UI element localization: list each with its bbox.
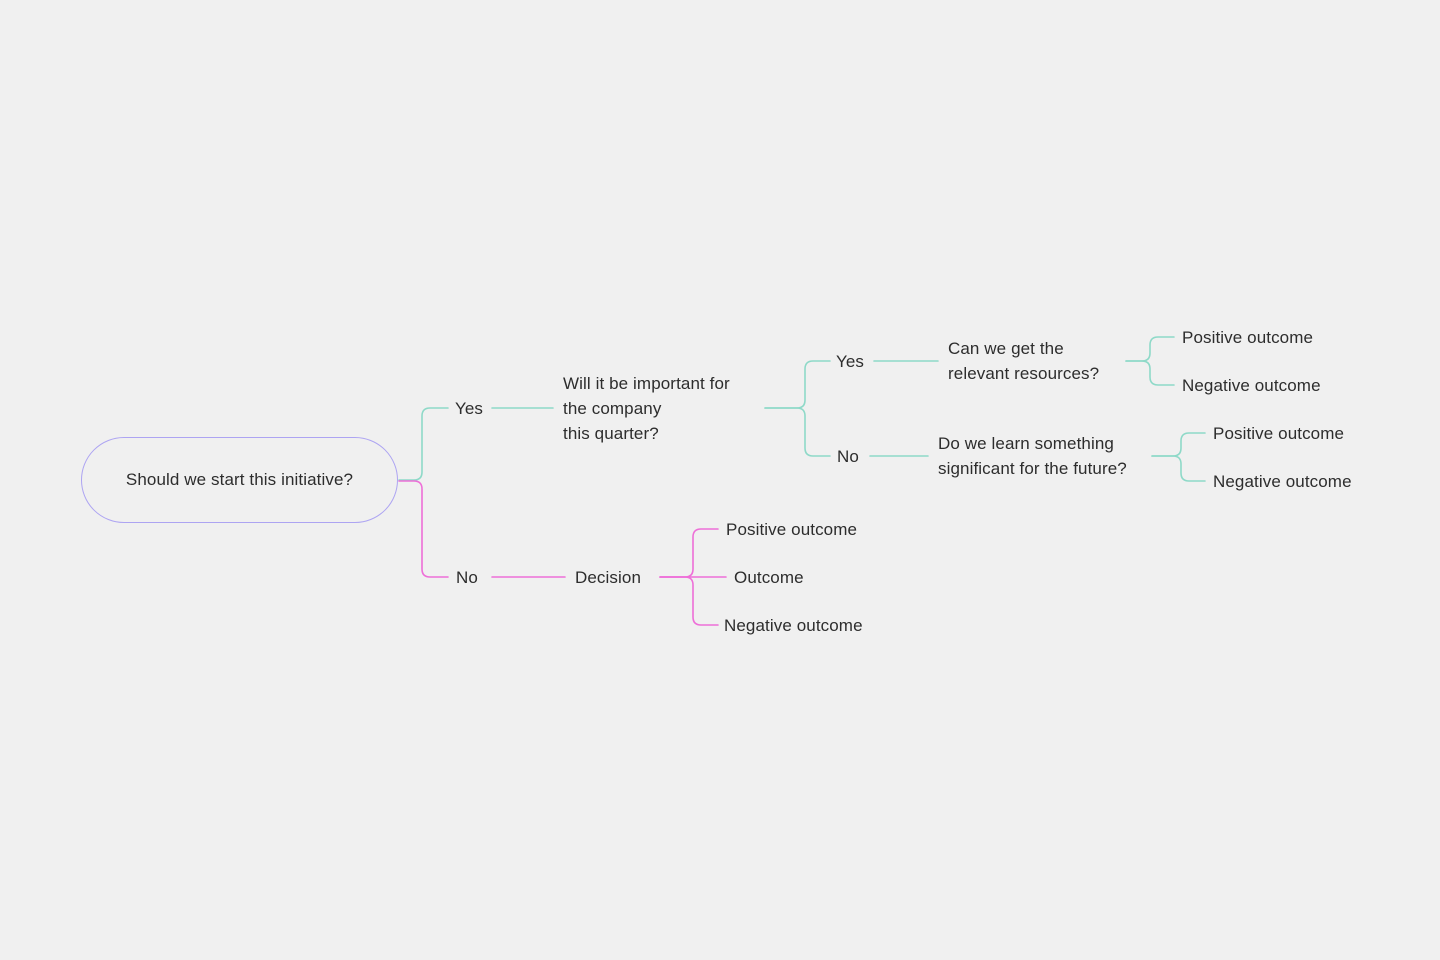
node-neg1[interactable]: Negative outcome bbox=[1182, 373, 1321, 398]
connector-e-q3-pos2 bbox=[1151, 432, 1206, 457]
node-out3[interactable]: Outcome bbox=[734, 565, 804, 590]
connector-e-q2-neg1 bbox=[1125, 360, 1175, 386]
node-q2[interactable]: Can we get the relevant resources? bbox=[948, 336, 1099, 386]
connector-e-q3-neg2 bbox=[1151, 455, 1206, 482]
connector-e-dec-neg3 bbox=[659, 576, 719, 626]
connector-e-q1-no2 bbox=[764, 407, 831, 457]
node-q3[interactable]: Do we learn something significant for th… bbox=[938, 431, 1127, 481]
connector-e-root-yes1 bbox=[398, 407, 449, 481]
node-dec[interactable]: Decision bbox=[575, 565, 641, 590]
node-neg2[interactable]: Negative outcome bbox=[1213, 469, 1352, 494]
root-node[interactable]: Should we start this initiative? bbox=[81, 437, 398, 523]
node-q1[interactable]: Will it be important for the company thi… bbox=[563, 371, 730, 446]
node-no1[interactable]: No bbox=[456, 565, 478, 590]
node-neg3[interactable]: Negative outcome bbox=[724, 613, 863, 638]
root-node-label: Should we start this initiative? bbox=[125, 470, 354, 489]
node-yes2[interactable]: Yes bbox=[836, 349, 864, 374]
connector-e-dec-pos3 bbox=[659, 528, 719, 578]
connector-e-q2-pos1 bbox=[1125, 336, 1175, 362]
node-pos3[interactable]: Positive outcome bbox=[726, 517, 857, 542]
connector-e-q1-yes2 bbox=[764, 360, 831, 409]
connector-e-root-no1 bbox=[398, 480, 449, 578]
node-pos2[interactable]: Positive outcome bbox=[1213, 421, 1344, 446]
node-yes1[interactable]: Yes bbox=[455, 396, 483, 421]
node-pos1[interactable]: Positive outcome bbox=[1182, 325, 1313, 350]
node-no2[interactable]: No bbox=[837, 444, 859, 469]
mindmap-canvas: Should we start this initiative? Yes Will… bbox=[0, 0, 1440, 960]
